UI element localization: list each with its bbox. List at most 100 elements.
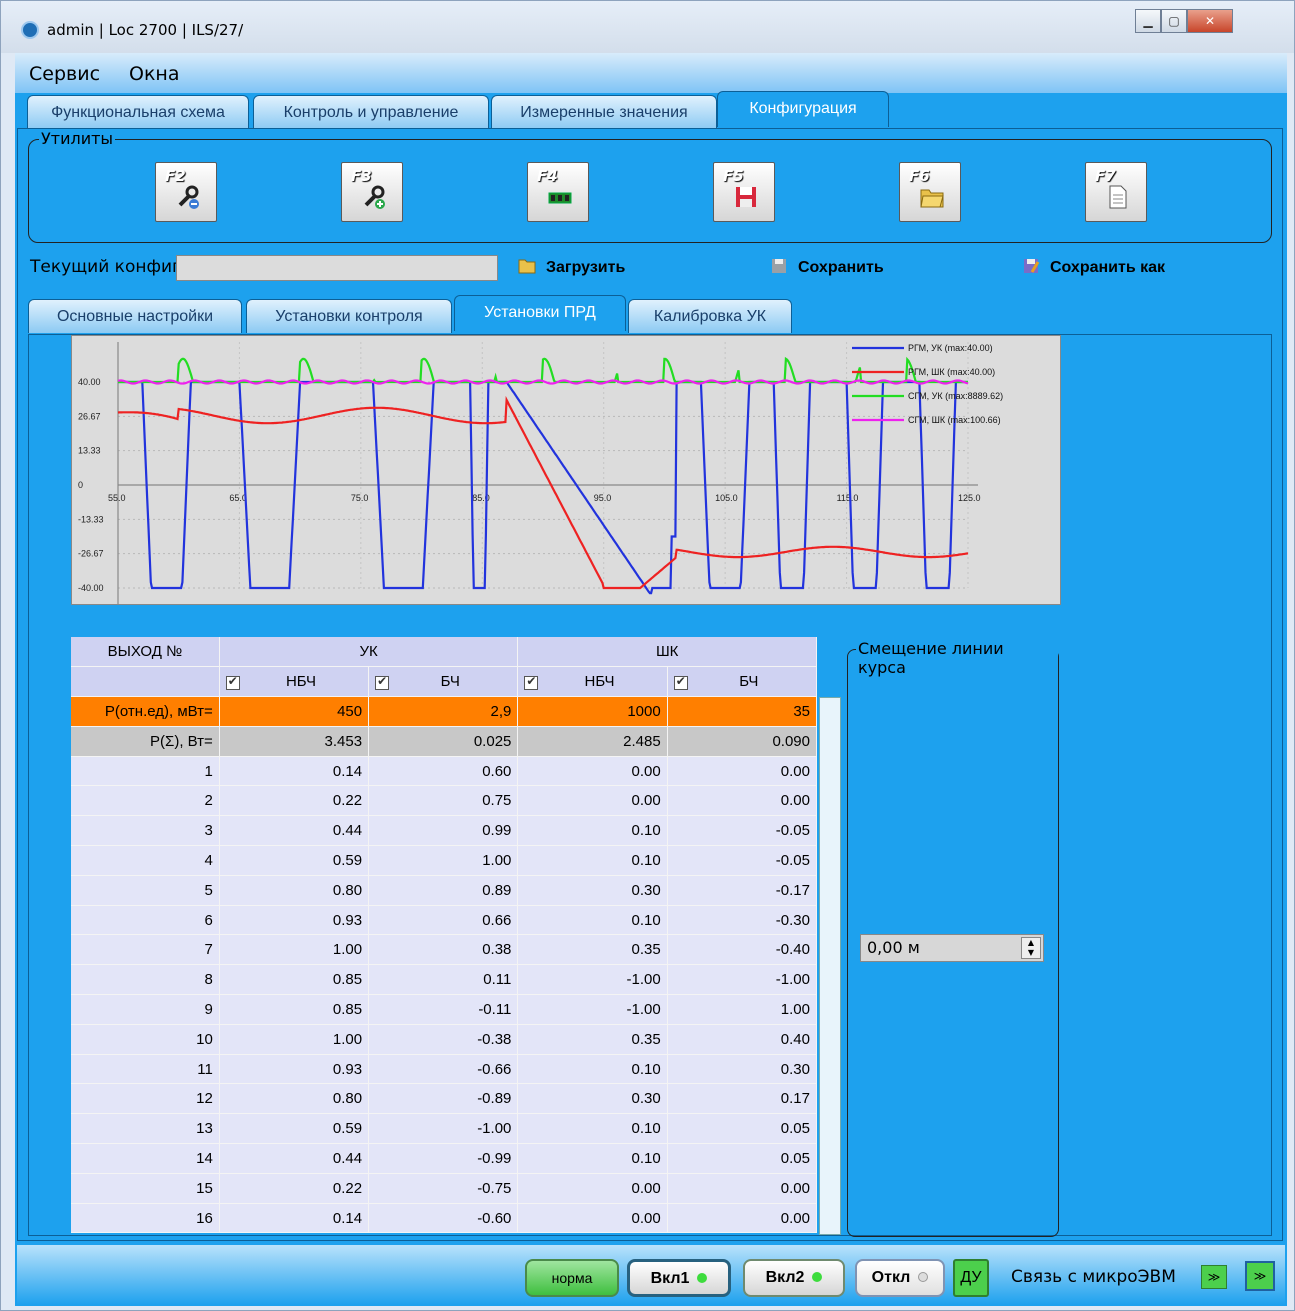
- value-cell[interactable]: 0.00: [517, 756, 668, 787]
- value-cell[interactable]: 0.00: [667, 756, 818, 787]
- value-cell[interactable]: 0.17: [667, 1083, 818, 1115]
- tab-measured-values[interactable]: Измеренные значения: [491, 95, 717, 129]
- value-cell[interactable]: -0.99: [368, 1143, 519, 1174]
- value-cell[interactable]: 0.10: [517, 1113, 668, 1145]
- save-as-button[interactable]: Сохранить как: [1022, 258, 1165, 277]
- value-cell[interactable]: 0.00: [517, 785, 668, 817]
- uk-nbch-checkbox[interactable]: [225, 674, 240, 691]
- value-cell[interactable]: 0.59: [219, 1113, 370, 1145]
- value-cell[interactable]: 0.44: [219, 815, 370, 847]
- close-button[interactable]: ✕: [1187, 9, 1233, 33]
- value-cell[interactable]: 0.05: [667, 1113, 818, 1145]
- value-cell[interactable]: -0.66: [368, 1054, 519, 1085]
- value-cell[interactable]: 1.00: [219, 934, 370, 966]
- value-cell[interactable]: 0.85: [219, 994, 370, 1025]
- value-cell[interactable]: 0.00: [667, 785, 818, 817]
- value-cell[interactable]: 1.00: [219, 1024, 370, 1055]
- save-button[interactable]: Сохранить: [770, 258, 884, 277]
- power-cell[interactable]: 35: [667, 696, 818, 727]
- norm-button[interactable]: норма: [525, 1259, 619, 1297]
- tab-configuration[interactable]: Конфигурация: [717, 91, 889, 127]
- course-offset-spinbox[interactable]: 0,00 м ▲ ▼: [860, 934, 1044, 962]
- power-cell[interactable]: 1000: [517, 696, 668, 727]
- value-cell[interactable]: -0.89: [368, 1083, 519, 1115]
- value-cell[interactable]: 0.35: [517, 1024, 668, 1055]
- value-cell[interactable]: -0.60: [368, 1203, 519, 1234]
- value-cell[interactable]: -0.11: [368, 994, 519, 1025]
- value-cell[interactable]: 0.66: [368, 905, 519, 936]
- f7-button[interactable]: F7: [1085, 162, 1147, 222]
- minimize-button[interactable]: ▁: [1135, 9, 1161, 33]
- value-cell[interactable]: 0.38: [368, 934, 519, 966]
- table-scrollbar[interactable]: [819, 697, 841, 1235]
- value-cell[interactable]: 0.11: [368, 964, 519, 996]
- tab-transmitter-settings[interactable]: Установки ПРД: [454, 295, 626, 331]
- f2-button[interactable]: F2: [155, 162, 217, 222]
- f5-button[interactable]: F5: [713, 162, 775, 222]
- value-cell[interactable]: 0.30: [517, 875, 668, 906]
- value-cell[interactable]: 1.00: [667, 994, 818, 1025]
- value-cell[interactable]: 0.00: [667, 1173, 818, 1204]
- value-cell[interactable]: 0.85: [219, 964, 370, 996]
- power-cell[interactable]: 450: [219, 696, 370, 727]
- value-cell[interactable]: -0.05: [667, 845, 818, 876]
- maximize-button[interactable]: ▢: [1161, 9, 1187, 33]
- value-cell[interactable]: 0.10: [517, 1054, 668, 1085]
- value-cell[interactable]: 0.59: [219, 845, 370, 876]
- value-cell[interactable]: -1.00: [517, 994, 668, 1025]
- value-cell[interactable]: 0.00: [517, 1173, 668, 1204]
- value-cell[interactable]: 0.10: [517, 905, 668, 936]
- menu-service[interactable]: Сервис: [29, 63, 100, 85]
- value-cell[interactable]: -0.38: [368, 1024, 519, 1055]
- load-button[interactable]: Загрузить: [518, 258, 625, 277]
- value-cell[interactable]: 0.99: [368, 815, 519, 847]
- on1-button[interactable]: Вкл1: [627, 1259, 731, 1297]
- value-cell[interactable]: 1.00: [368, 845, 519, 876]
- value-cell[interactable]: 0.89: [368, 875, 519, 906]
- value-cell[interactable]: 0.00: [667, 1203, 818, 1234]
- value-cell[interactable]: 0.30: [667, 1054, 818, 1085]
- value-cell[interactable]: 0.93: [219, 1054, 370, 1085]
- f4-button[interactable]: F4: [527, 162, 589, 222]
- value-cell[interactable]: 0.35: [517, 934, 668, 966]
- shk-nbch-checkbox[interactable]: [524, 674, 539, 691]
- tab-control[interactable]: Контроль и управление: [253, 95, 489, 129]
- value-cell[interactable]: -0.75: [368, 1173, 519, 1204]
- value-cell[interactable]: 0.14: [219, 756, 370, 787]
- menu-windows[interactable]: Окна: [129, 63, 180, 85]
- value-cell[interactable]: 0.22: [219, 1173, 370, 1204]
- f6-button[interactable]: F6: [899, 162, 961, 222]
- value-cell[interactable]: -1.00: [368, 1113, 519, 1145]
- power-cell[interactable]: 2,9: [368, 696, 519, 727]
- value-cell[interactable]: 0.30: [517, 1083, 668, 1115]
- value-cell[interactable]: 0.22: [219, 785, 370, 817]
- off-button[interactable]: Откл: [855, 1259, 945, 1297]
- value-cell[interactable]: -0.40: [667, 934, 818, 966]
- value-cell[interactable]: 0.00: [517, 1203, 668, 1234]
- value-cell[interactable]: -0.30: [667, 905, 818, 936]
- value-cell[interactable]: -0.17: [667, 875, 818, 906]
- value-cell[interactable]: 0.75: [368, 785, 519, 817]
- value-cell[interactable]: -1.00: [517, 964, 668, 996]
- value-cell[interactable]: 0.93: [219, 905, 370, 936]
- link-status-icon[interactable]: ≫: [1245, 1261, 1275, 1291]
- f3-button[interactable]: F3: [341, 162, 403, 222]
- spin-arrows-icon[interactable]: ▲ ▼: [1021, 937, 1041, 959]
- value-cell[interactable]: 0.40: [667, 1024, 818, 1055]
- value-cell[interactable]: 0.80: [219, 1083, 370, 1115]
- value-cell[interactable]: 0.60: [368, 756, 519, 787]
- value-cell[interactable]: 0.10: [517, 1143, 668, 1174]
- value-cell[interactable]: 0.10: [517, 815, 668, 847]
- current-config-field[interactable]: [176, 255, 498, 281]
- tab-functional-scheme[interactable]: Функциональная схема: [27, 95, 249, 129]
- value-cell[interactable]: -1.00: [667, 964, 818, 996]
- value-cell[interactable]: 0.80: [219, 875, 370, 906]
- on2-button[interactable]: Вкл2: [743, 1259, 845, 1297]
- value-cell[interactable]: 0.05: [667, 1143, 818, 1174]
- uk-bch-checkbox[interactable]: [375, 674, 390, 691]
- tab-calibration[interactable]: Калибровка УК: [628, 299, 792, 333]
- value-cell[interactable]: 0.44: [219, 1143, 370, 1174]
- value-cell[interactable]: 0.14: [219, 1203, 370, 1234]
- shk-bch-checkbox[interactable]: [673, 674, 688, 691]
- link-forward-icon[interactable]: ≫: [1201, 1265, 1227, 1289]
